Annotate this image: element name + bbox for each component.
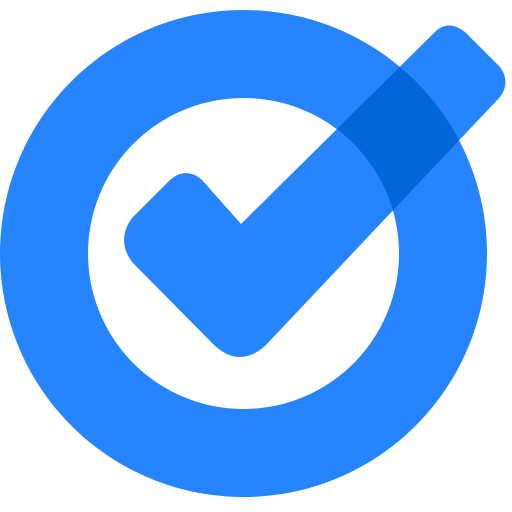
- app-icon-canvas: [0, 0, 512, 512]
- check-circle-icon: [0, 10, 506, 497]
